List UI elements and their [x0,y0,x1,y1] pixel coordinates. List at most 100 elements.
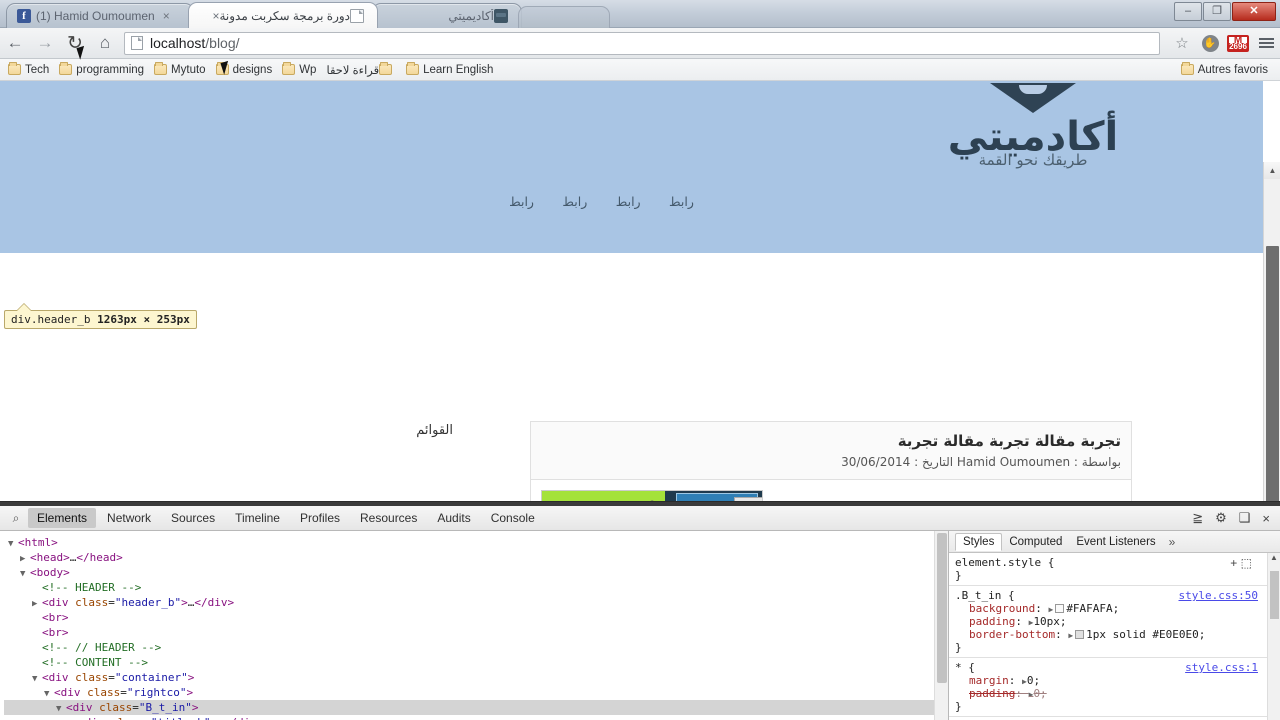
home-icon[interactable]: ⌂ [90,30,120,56]
site-logo[interactable]: أكادمیتي طريقك نحو القمة [923,83,1143,169]
scrollbar-thumb[interactable] [1266,246,1279,501]
close-button[interactable]: ✕ [1232,2,1276,21]
browser-tab-facebook[interactable]: f (1) Hamid Oumoumen × [6,3,194,28]
tab-close-icon[interactable]: × [212,10,219,22]
css-rule[interactable]: .B_t_in {style.css:50 background: ▶ #FAFAF… [949,586,1280,658]
dom-tree-node[interactable]: ▼ <div class="B_t_in"> [4,700,948,715]
dom-tree-node[interactable]: <br> [4,625,948,640]
css-property[interactable]: border-bottom: ▶ 1px solid #E0E0E0; [955,628,1274,641]
bookmark-programming[interactable]: programming [55,62,150,77]
bookmark-tech[interactable]: Tech [4,62,55,77]
dom-tree-node[interactable]: <br> [4,610,948,625]
bookmark-other-favorites[interactable]: Autres favoris [1177,62,1274,77]
css-property[interactable]: margin: ▶0; [955,674,1274,687]
bookmark-read-later[interactable]: قراءة لاحقا [322,62,402,78]
styles-tab-styles[interactable]: Styles [955,533,1003,551]
gmail-unread-count: 2696 [1229,41,1247,51]
dom-tree-node[interactable]: <!-- CONTENT --> [4,655,948,670]
url-host: localhost [150,35,206,51]
forward-arrow-icon[interactable]: → [30,30,60,56]
dom-tree-scrollbar[interactable] [934,531,948,720]
dom-tree-pane[interactable]: ▼ <html> ▶ <head>…</head> ▼ <body> <!-- HEADER… [0,531,948,720]
bookmark-designs[interactable]: designs [212,62,279,77]
bookmark-star-icon[interactable]: ☆ [1168,30,1196,56]
dom-tree-node[interactable]: ▼ <div class="container"> [4,670,948,685]
dom-tree-node[interactable]: ▶<div class="title_h">…</div> [4,715,948,720]
styles-rules-list: element.style {} .B_t_in {style.css:50 bac… [949,553,1280,717]
dock-side-icon[interactable]: ❑ [1239,510,1251,526]
styles-scrollbar[interactable]: ▲ [1267,553,1280,720]
scrollbar-thumb[interactable] [937,533,947,683]
reload-icon[interactable]: ↻ [60,30,90,56]
styles-more-icon[interactable]: » [1163,535,1176,549]
bookmark-label: Learn English [423,63,494,76]
styles-tab-computed[interactable]: Computed [1002,534,1069,550]
dom-tree-node[interactable]: <!-- // HEADER --> [4,640,948,655]
site-nav-link-2[interactable]: رابط [616,194,641,209]
css-rule[interactable]: element.style {} [949,553,1280,586]
tab-close-icon[interactable]: × [163,10,170,22]
css-source-link[interactable]: style.css:1 [1185,661,1258,674]
site-nav-link-4[interactable]: رابط [509,194,534,209]
browser-tab-active-blog[interactable]: دورة برمجة سكربت مدونة × [188,2,378,28]
page-viewport: أكادمیتي طريقك نحو القمة رابط رابط رابط … [0,81,1280,501]
devtools-tab-audits[interactable]: Audits [428,508,479,528]
post-title: تجربة مقالة تجربة مقالة تجربة [897,432,1121,450]
scrollbar-thumb[interactable] [1270,571,1279,619]
gmail-extension-icon[interactable]: M 2696 [1224,30,1252,56]
devtools-tab-sources[interactable]: Sources [162,508,224,528]
bookmark-label: قراءة لاحقا [326,64,380,77]
color-swatch [1055,604,1065,613]
css-property[interactable]: background: ▶ #FAFAFA; [955,602,1274,615]
css-rule[interactable]: * {style.css:1 margin: ▶0; padding: ▶0;} [949,658,1280,717]
minimize-button[interactable]: – [1174,2,1202,21]
address-bar[interactable]: localhost/blog/ [124,31,1160,55]
tab-title: دورة برمجة سكربت مدونة [219,8,350,23]
chrome-menu-icon[interactable] [1252,30,1280,56]
console-drawer-icon[interactable]: ≧ [1192,510,1203,526]
site-nav: رابط رابط رابط رابط [0,193,1263,211]
bookmark-wp[interactable]: Wp [278,62,322,77]
dom-tree-node[interactable]: ▶ <head>…</head> [4,550,948,565]
devtools-tab-console[interactable]: Console [482,508,544,528]
bookmark-learn-english[interactable]: Learn English [402,62,499,77]
back-arrow-icon[interactable]: ← [0,30,30,56]
page-scrollbar[interactable]: ▲ ▼ [1263,162,1280,501]
site-nav-link-3[interactable]: رابط [562,194,587,209]
dom-tree-node[interactable]: ▼ <div class="rightco"> [4,685,948,700]
folder-icon [8,62,21,75]
page-info-icon[interactable] [131,36,143,50]
dom-tree-node[interactable]: ▼ <body> [4,565,948,580]
new-tab-button[interactable] [518,6,610,28]
styles-tab-event-listeners[interactable]: Event Listeners [1069,534,1162,550]
bookmark-mytuto[interactable]: Mytuto [150,62,212,77]
dom-tree-node[interactable]: ▶ <div class="header_b">…</div> [4,595,948,610]
site-nav-link-1[interactable]: رابط [669,194,694,209]
settings-gear-icon[interactable]: ⚙ [1215,510,1227,526]
devtools-tab-timeline[interactable]: Timeline [226,508,289,528]
browser-window: f (1) Hamid Oumoumen × دورة برمجة سكربت … [0,0,1280,720]
devtools-tab-elements[interactable]: Elements [28,508,97,528]
restore-button[interactable]: ❐ [1203,2,1231,21]
post-thumbnail-image[interactable]: أفضل اطارات العمل بلغة Php أكاديميتي [541,490,763,501]
search-icon[interactable]: ⌕ [4,511,28,526]
css-property[interactable]: padding: ▶0; [955,687,1274,700]
sidebar-heading: القوائم [416,423,453,438]
dom-tree-node[interactable]: ▼ <html> [4,535,948,550]
css-rule-close: } [955,569,962,582]
css-source-link[interactable]: style.css:50 [1179,589,1258,602]
close-icon[interactable]: × [1262,511,1270,526]
browser-tab-academy[interactable]: أكاديميتي [372,3,522,28]
css-property[interactable]: padding: ▶10px; [955,615,1274,628]
menu-line [1258,46,1274,48]
devtools-tab-network[interactable]: Network [98,508,160,528]
devtools-tab-profiles[interactable]: Profiles [291,508,349,528]
devtools-toolbar-right: ≧ ⚙ ❑ × [1192,510,1280,526]
scroll-up-arrow-icon[interactable]: ▲ [1264,162,1280,179]
devtools-tab-resources[interactable]: Resources [351,508,426,528]
styles-tabbar: Styles Computed Event Listeners » [949,531,1280,553]
scroll-up-arrow-icon[interactable]: ▲ [1268,553,1280,562]
devtools-panel: ⌕ Elements Network Sources Timeline Prof… [0,501,1280,720]
extension-block-icon[interactable]: ✋ [1196,30,1224,56]
dom-tree-node[interactable]: <!-- HEADER --> [4,580,948,595]
